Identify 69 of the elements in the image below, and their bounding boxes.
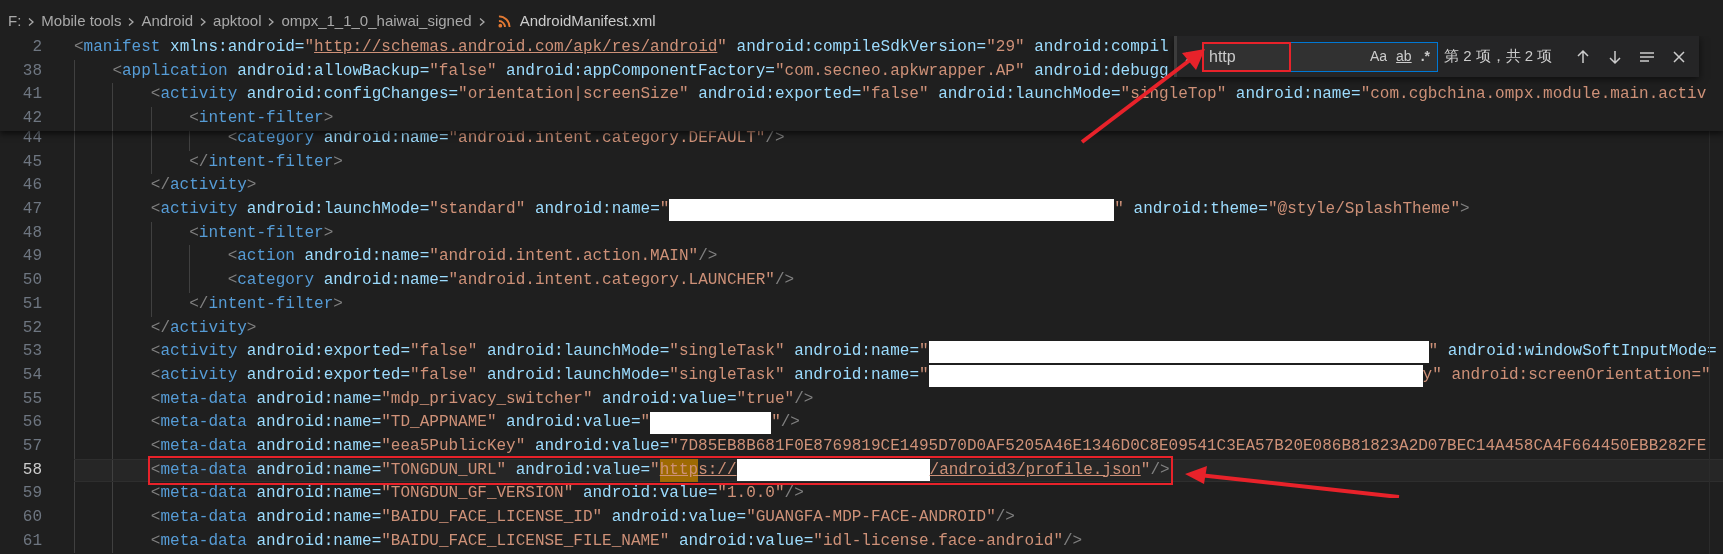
code-text: <meta-data android:name="BAIDU_FACE_LICENSE_FILE_NAME" android:value="idl-license.face-android"/> — [150, 530, 1083, 552]
line-number: 59 — [21, 483, 42, 505]
code-text: </activity> — [150, 317, 257, 339]
line-number: 51 — [21, 293, 42, 315]
search-match: http — [659, 458, 699, 483]
line-number: 38 — [21, 60, 42, 82]
line-number: 41 — [21, 84, 42, 106]
search-option-button[interactable]: Aa — [1366, 45, 1391, 68]
arrow-up-icon — [1575, 48, 1591, 65]
code-text: y" — [1422, 364, 1442, 386]
search-option-button[interactable]: ab — [1393, 45, 1415, 68]
code-link[interactable]: http://schemas.android.com/apk/res/android — [314, 36, 718, 60]
line-number: 47 — [21, 199, 42, 221]
code-text: <activity android:exported="false" android:launchMode="singleTask" android:name=" — [150, 341, 929, 363]
line-number: 46 — [21, 175, 42, 197]
breadcrumb-item[interactable]: Mobile tools — [41, 10, 122, 33]
code-link[interactable]: /android3/profile.json — [929, 458, 1141, 483]
close-icon — [1671, 48, 1687, 65]
line-number: 45 — [21, 151, 42, 173]
line-number: 55 — [21, 388, 42, 410]
code-text: " android:theme="@style/SplashTheme"> — [1114, 199, 1470, 221]
code-text: <intent-filter> — [189, 108, 334, 130]
breadcrumb-item[interactable]: ompx_1_1_0_haiwai_signed — [281, 10, 472, 33]
code-text: <activity android:launchMode="standard" android:name=" — [150, 199, 670, 221]
code-text: " android:compileSdkVersion="29" android:compil — [717, 37, 1169, 58]
breadcrumb-item[interactable]: F: — [8, 10, 22, 33]
rss-icon — [497, 15, 511, 28]
code-text: </intent-filter> — [189, 151, 343, 173]
breadcrumb-item[interactable]: AndroidManifest.xml — [519, 10, 656, 33]
line-number: 48 — [21, 222, 42, 244]
code-text: </activity> — [150, 175, 257, 197]
code-text: <meta-data android:name="BAIDU_FACE_LICENSE_ID" android:value="GUANGFA-MDP-FACE-ANDROID"/> — [150, 507, 1015, 528]
code-text: <meta-data android:name="TONGDUN_URL" android:value=" — [150, 459, 660, 481]
code-text: " android:windowSoftInputMode= — [1428, 341, 1717, 363]
code-text: "/> — [771, 412, 800, 434]
line-number: 54 — [21, 364, 42, 386]
breadcrumb-item[interactable]: Android — [141, 10, 194, 33]
search-field[interactable]: http Aa ab .* — [1202, 41, 1438, 72]
code-text: <meta-data android:name="eea5PublicKey" android:value="7D85EB8B681F0E8769819CE1495D70D0AF5205A46E1346D0C8E09541C3EA57B20E086B81823A2D07BEC14A458CA4F664450EBB282FE — [150, 435, 1707, 457]
code-text: <application android:allowBackup="false" android:appComponentFactory="com.secneo.apkwrapper.AP" android:debugg — [112, 60, 1169, 82]
arrow-down-icon — [1607, 48, 1623, 65]
line-number: 42 — [21, 108, 42, 130]
code-text: "/> — [1140, 459, 1170, 481]
match-count: 第 2 项，共 2 项 — [1444, 46, 1553, 67]
code-text: android:screenOrientation=" — [1450, 364, 1711, 386]
code-text: <category android:name="android.intent.category.LAUNCHER"/> — [227, 270, 795, 292]
code-text: </intent-filter> — [189, 293, 343, 315]
line-number: 53 — [21, 341, 42, 363]
code-text: <meta-data android:name="TD_APPNAME" android:value=" — [150, 412, 651, 434]
code-text: <manifest xmlns:android=" — [74, 37, 315, 58]
code-text: <action android:name="android.intent.action.MAIN"/> — [227, 246, 718, 268]
code-text: <intent-filter> — [189, 222, 334, 244]
code-text: <activity android:exported="false" android:launchMode="singleTask" android:name=" — [150, 364, 929, 386]
search-option-button[interactable]: .* — [1417, 45, 1433, 68]
line-number: 58 — [21, 459, 42, 481]
search-query: http — [1208, 46, 1236, 67]
line-number: 60 — [21, 507, 42, 528]
line-number: 52 — [21, 317, 42, 339]
code-link[interactable]: s:// — [698, 458, 737, 483]
line-number: 61 — [21, 530, 42, 552]
line-number: 49 — [21, 246, 42, 268]
code-text: <meta-data android:name="TONGDUN_GF_VERSION" android:value="1.0.0"/> — [150, 483, 804, 505]
breadcrumb-item[interactable]: apktool — [213, 10, 262, 33]
line-number: 56 — [21, 412, 42, 434]
line-number: 57 — [21, 435, 42, 457]
line-number: 44 — [21, 128, 42, 149]
line-number: 50 — [21, 270, 42, 292]
code-text: <meta-data android:name="mdp_privacy_switcher" android:value="true"/> — [150, 388, 814, 410]
line-number: 2 — [31, 37, 42, 58]
